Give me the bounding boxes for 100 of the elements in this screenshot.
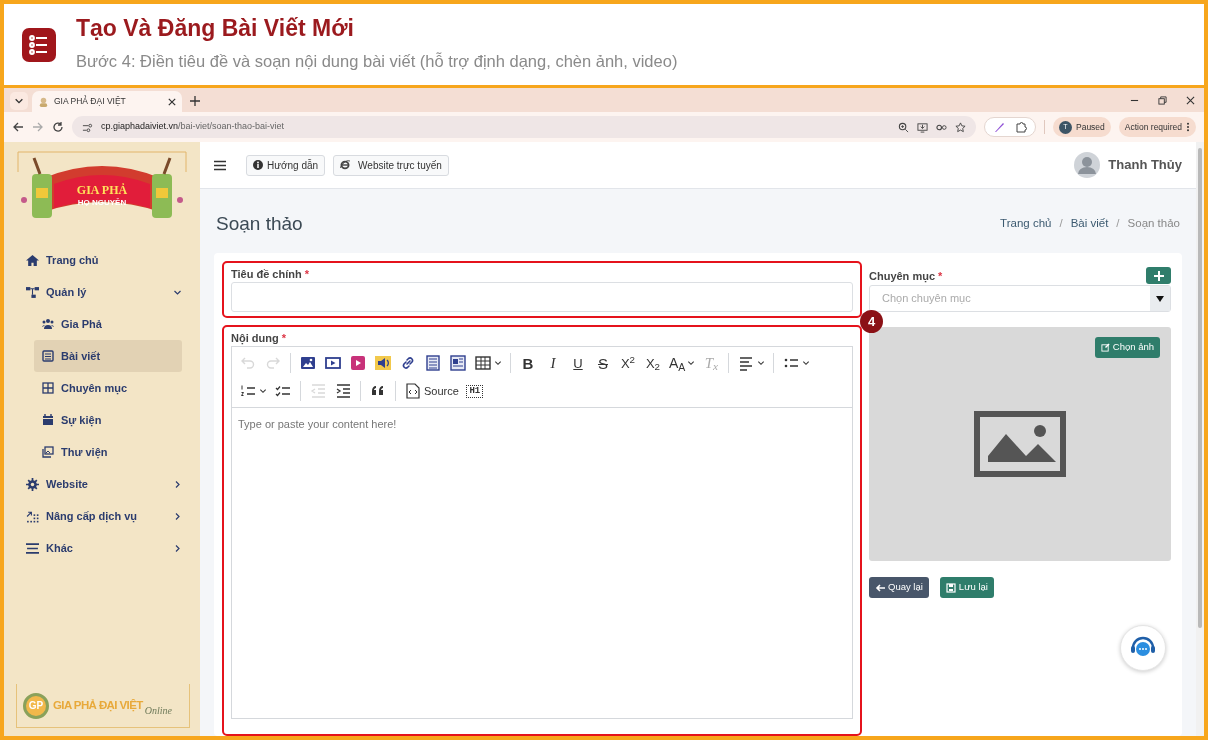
sidebar-item[interactable]: Sự kiện <box>4 404 182 436</box>
strike-button[interactable]: S <box>591 351 615 375</box>
calendar-icon <box>42 414 54 426</box>
info-icon <box>253 160 263 170</box>
new-tab-icon[interactable] <box>190 96 200 106</box>
image-icon <box>299 354 317 372</box>
users-icon <box>42 318 54 330</box>
menu-icon <box>26 541 39 555</box>
avatar-icon[interactable] <box>1074 152 1101 178</box>
images-icon <box>42 446 54 458</box>
scrollbar-thumb[interactable] <box>1198 148 1202 628</box>
field-label: Chuyên mục * <box>869 269 943 284</box>
sidebar-item[interactable]: Nâng cấp dịch vụ <box>4 500 182 532</box>
bold-button[interactable]: B <box>516 351 540 375</box>
edit-icon <box>1100 343 1110 352</box>
address-bar[interactable]: cp.giaphadaiviet.vn/bai-viet/soan-thao-bai-viet <box>72 116 976 138</box>
chevron-right-icon <box>173 511 182 521</box>
font-size-button[interactable]: A$_{A}$ <box>666 351 699 375</box>
restore-icon[interactable] <box>1158 96 1167 105</box>
site-info-icon <box>82 121 93 133</box>
sidebar-item[interactable]: Khác <box>4 532 182 564</box>
home-icon <box>26 253 39 267</box>
subscript-button[interactable]: X$_{2}$ <box>641 351 665 375</box>
page-title: Soạn thảo <box>216 211 303 236</box>
pen-icon[interactable] <box>993 121 1005 133</box>
field-label: Tiêu đề chính * <box>231 267 311 282</box>
newspaper-icon <box>449 354 467 372</box>
logo-tagline: Online <box>144 704 172 718</box>
browser-e-icon <box>340 160 351 170</box>
sidebar-item[interactable]: Website <box>4 468 182 500</box>
sidebar-item[interactable]: Quản lý <box>4 276 182 308</box>
url-text: cp.giaphadaiviet.vn/bai-viet/soan-thao-bai-viet <box>101 120 286 134</box>
underline-button[interactable]: U <box>566 351 590 375</box>
source-button[interactable]: Source <box>401 379 462 403</box>
superscript-button[interactable]: X$^{2}$ <box>616 351 640 375</box>
tab-title: GIA PHẢ ĐẠI VIỆT <box>54 95 127 108</box>
grid-icon <box>42 382 54 394</box>
document-icon <box>424 354 442 372</box>
toolbar-button[interactable]: Hướng dẫn <box>246 154 326 176</box>
settings-icon <box>26 477 39 491</box>
sidebar-item[interactable]: Trang chủ <box>4 244 182 276</box>
caret-icon <box>259 387 267 395</box>
image-icon <box>974 411 1066 477</box>
chevron-right-icon <box>173 543 182 553</box>
breadcrumb-link[interactable]: Bài viết <box>1070 215 1109 233</box>
logo-emblem: GP <box>23 692 49 719</box>
add-button[interactable] <box>1146 267 1171 284</box>
title-input[interactable] <box>231 282 853 312</box>
heading-button[interactable]: H1 <box>462 379 487 403</box>
user-name[interactable]: Thanh Thủy <box>1108 155 1182 175</box>
chart-icon <box>26 509 39 523</box>
choose-image-button[interactable]: Chọn ảnh <box>1094 337 1160 358</box>
back-icon[interactable] <box>12 121 24 133</box>
sitemap-icon <box>26 285 39 299</box>
speaker-icon <box>374 354 392 372</box>
editor-placeholder: Type or paste your content here! <box>238 418 397 430</box>
play-icon <box>324 354 342 372</box>
breadcrumb-link[interactable]: Trang chủ <box>1000 215 1052 233</box>
plus-icon <box>1153 270 1164 281</box>
favicon-icon <box>38 96 49 107</box>
caret-icon <box>1156 295 1164 302</box>
play-icon <box>349 354 367 372</box>
close-icon[interactable] <box>1186 96 1195 105</box>
caret-icon <box>757 359 766 367</box>
action-required-button[interactable]: Action required <box>1118 117 1196 137</box>
breadcrumb-separator: / <box>1116 216 1120 232</box>
caret-icon <box>802 359 811 367</box>
caret-icon <box>494 359 502 367</box>
field-label: Nội dung * <box>231 331 287 346</box>
sidebar-item[interactable]: Gia Phả <box>4 308 182 340</box>
sidebar-item[interactable]: Thư viện <box>4 436 182 468</box>
italic-button[interactable]: I <box>541 351 565 375</box>
install-icon[interactable] <box>917 121 928 133</box>
zoom-icon[interactable] <box>898 121 909 133</box>
chevron-right-icon <box>173 479 182 489</box>
toolbar-button[interactable]: Website trực tuyến <box>333 154 449 176</box>
list-icon <box>22 27 56 62</box>
save-button[interactable]: Lưu lại <box>939 577 994 598</box>
caret-icon <box>14 96 24 106</box>
outdent-icon <box>309 382 327 400</box>
reload-icon[interactable] <box>52 121 64 133</box>
back-button[interactable]: Quay lại <box>869 577 929 598</box>
caret-icon <box>687 359 696 367</box>
code-file-icon <box>404 382 422 400</box>
save-icon <box>945 582 956 593</box>
sidebar-item[interactable]: Chuyên mục <box>4 372 182 404</box>
puzzle-icon[interactable] <box>1015 121 1027 133</box>
star-icon[interactable] <box>955 121 966 133</box>
page-heading: Tạo Và Đăng Bài Viết Mới <box>76 15 355 43</box>
sidebar-item[interactable]: Bài viết <box>34 340 182 372</box>
newspaper-icon <box>42 350 54 362</box>
indent-icon <box>334 382 352 400</box>
browser-tab[interactable]: GIA PHẢ ĐẠI VIỆT <box>32 91 182 112</box>
tab-list-button[interactable] <box>10 92 28 110</box>
logo-title: GIA PHẢ <box>76 183 128 197</box>
menu-icon[interactable] <box>214 159 226 171</box>
close-icon[interactable] <box>168 97 176 106</box>
arrow-left-icon <box>875 582 885 593</box>
editor-area[interactable]: Type or paste your content here! <box>231 407 853 719</box>
table-icon <box>474 354 492 372</box>
